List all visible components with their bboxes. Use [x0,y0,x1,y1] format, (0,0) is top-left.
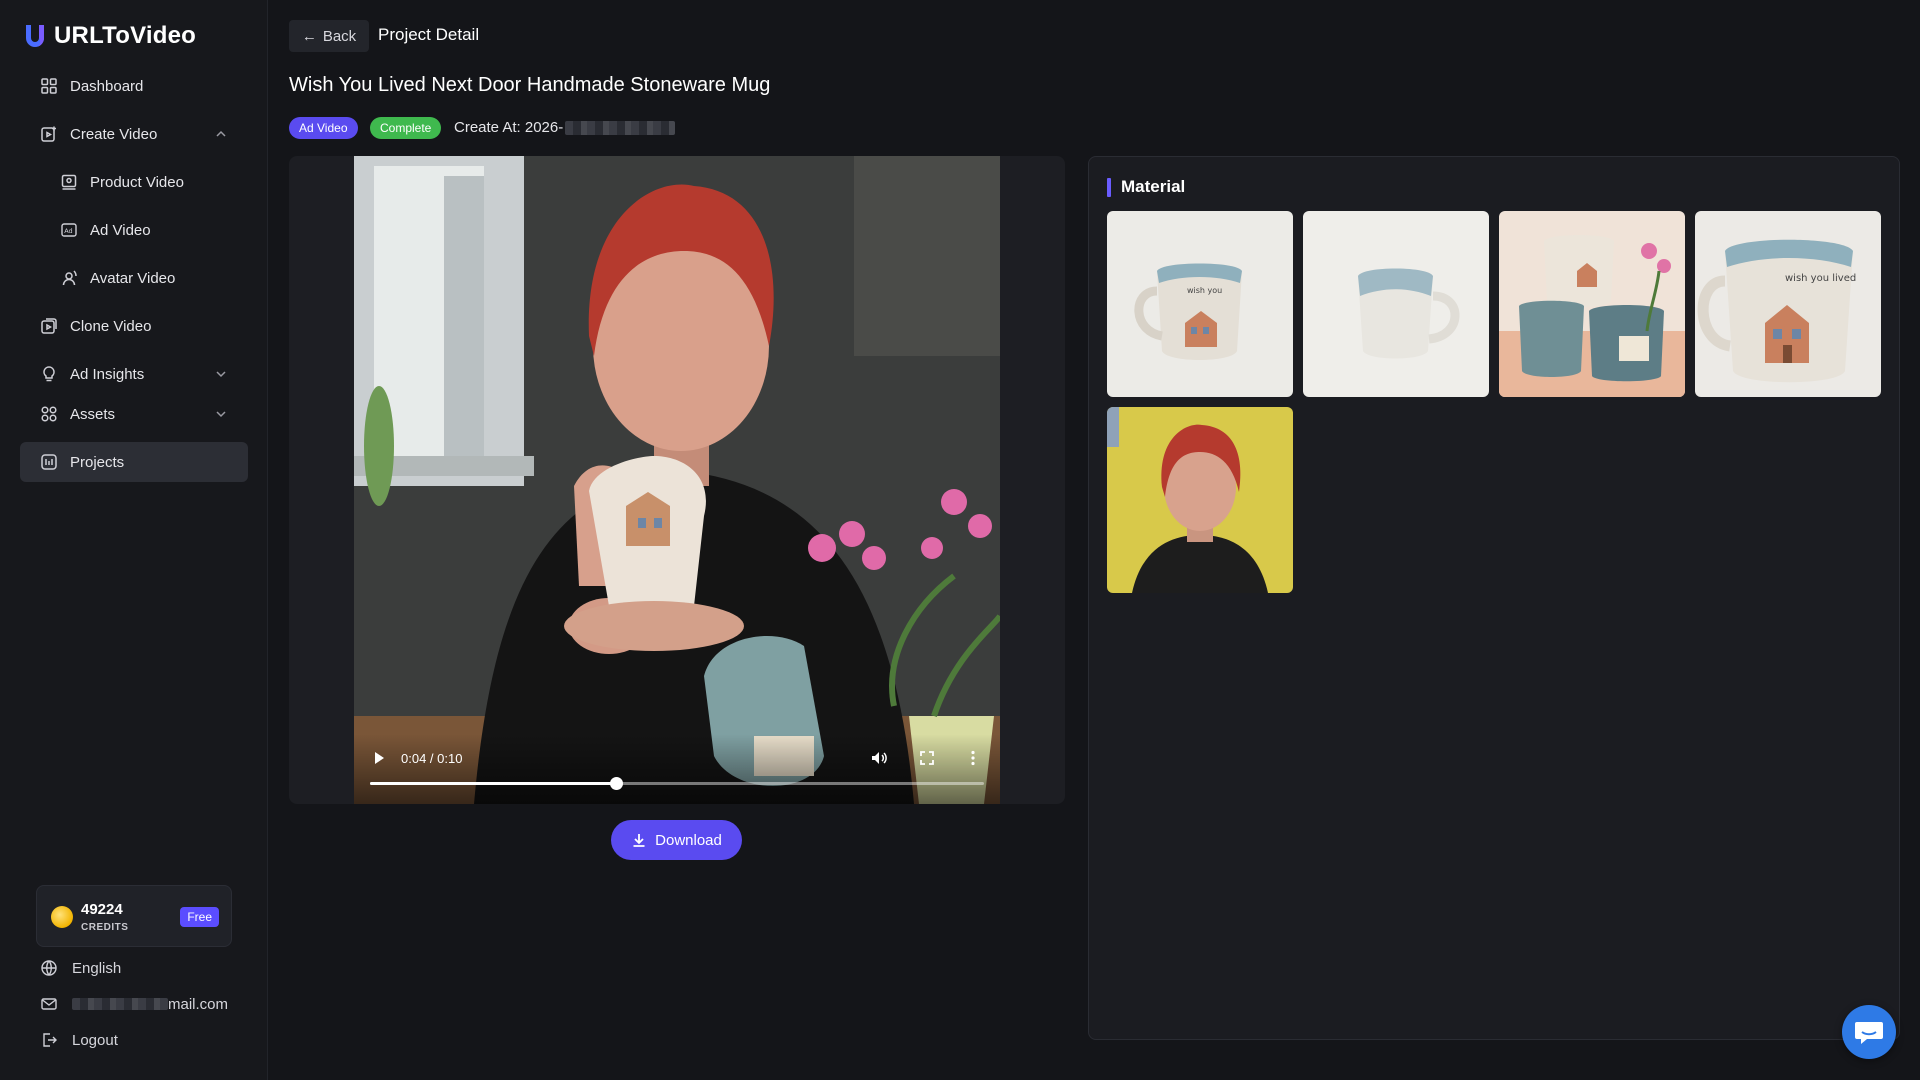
svg-text:wish you lived: wish you lived [1785,273,1856,284]
material-thumbnail-mugs-stacked-group[interactable] [1499,211,1685,397]
sidebar-item-dashboard[interactable]: Dashboard [20,66,248,106]
create-date: Create At: 2026- [454,119,676,136]
play-icon[interactable] [372,751,386,765]
video-progress-bar[interactable] [370,777,984,790]
avatar-video-icon [60,269,78,287]
app-logo[interactable]: URLToVideo [24,22,196,50]
sidebar-item-product-video[interactable]: Product Video [20,162,248,202]
ad-video-icon: Ad [60,221,78,239]
sidebar-item-ad-video[interactable]: Ad Ad Video [20,210,248,250]
credits-card[interactable]: 49224 CREDITS Free [36,885,232,947]
product-video-icon [60,173,78,191]
sidebar-item-label: Ad Video [90,221,151,239]
fullscreen-icon[interactable] [918,749,936,767]
assets-icon [40,405,58,423]
sidebar-item-ad-insights[interactable]: Ad Insights [20,354,248,394]
language-label: English [72,959,122,977]
logout-button[interactable]: Logout [40,1028,118,1052]
logout-icon [43,1033,57,1047]
dashboard-icon [40,77,58,95]
sidebar-item-avatar-video[interactable]: Avatar Video [20,258,248,298]
material-thumbnail-avatar-portrait[interactable] [1107,407,1293,593]
credit-amount: 49224 [81,901,123,918]
mail-icon [41,998,57,1010]
material-thumbnail-mug-house-closeup[interactable]: wish you lived [1695,211,1881,397]
status-badge: Complete [370,117,442,139]
logo-icon [26,25,45,47]
plan-badge[interactable]: Free [180,907,219,927]
sidebar-item-label: Projects [70,453,125,471]
language-selector[interactable]: English [40,956,121,980]
arrow-left-icon: ← [301,27,317,45]
download-icon [633,834,645,847]
material-thumbnail-mug-house-front[interactable]: wish you [1107,211,1293,397]
sidebar-item-label: Create Video [70,125,158,143]
material-thumbnail-mug-plain-blue-rim[interactable] [1303,211,1489,397]
chevron-down-icon [216,411,226,418]
sidebar-item-label: Clone Video [70,317,152,335]
email-suffix: mail.com [168,995,229,1013]
video-controls: 0:04 / 0:10 [354,734,1000,804]
logout-label: Logout [72,1031,118,1049]
sidebar-item-label: Dashboard [70,77,144,95]
type-badge: Ad Video [289,117,358,139]
redacted-email [72,998,168,1010]
sidebar-item-label: Ad Insights [70,365,145,383]
download-label: Download [655,831,722,849]
sidebar-item-create-video[interactable]: Create Video [20,114,248,154]
sidebar-item-clone-video[interactable]: Clone Video [20,306,248,346]
page-title: Project Detail [378,25,480,44]
sidebar-item-label: Product Video [90,173,184,191]
download-button[interactable]: Download [611,820,742,860]
video-player[interactable]: 0:04 / 0:10 [354,156,1000,804]
progress-fill [370,782,616,785]
material-panel: Material wish you wish you lived [1088,156,1900,1040]
progress-handle[interactable] [609,777,623,790]
credit-label: CREDITS [81,922,129,933]
redacted-date [565,120,676,135]
volume-icon[interactable] [870,749,888,767]
project-title: Wish You Lived Next Door Handmade Stonew… [289,74,771,96]
app-name: URLToVideo [54,22,196,49]
back-button[interactable]: ← Back [289,20,369,52]
svg-text:wish you: wish you [1187,286,1222,295]
video-time: 0:04 / 0:10 [401,751,463,766]
create-date-label: Create At: 2026- [454,119,564,136]
back-label: Back [322,27,357,45]
material-title: Material [1107,177,1185,197]
more-options-icon[interactable] [964,749,982,767]
clone-video-icon [40,317,58,335]
chat-support-button[interactable] [1842,1005,1896,1059]
globe-icon [41,960,57,976]
chevron-down-icon [216,371,226,378]
chat-icon [1855,1022,1883,1044]
video-frame [354,156,1000,804]
coin-icon [51,906,73,928]
chevron-up-icon [216,130,226,137]
projects-icon [40,453,58,471]
sidebar-item-projects[interactable]: Projects [20,442,248,482]
sidebar-item-assets[interactable]: Assets [20,394,248,434]
account-email: mail.com [40,992,228,1016]
sidebar-item-label: Assets [70,405,116,423]
svg-text:Ad: Ad [64,227,72,235]
sidebar-item-label: Avatar Video [90,269,176,287]
sidebar: URLToVideo Dashboard Create Video Produc… [0,0,268,1080]
create-video-icon [40,125,58,143]
ad-insights-icon [40,365,58,383]
